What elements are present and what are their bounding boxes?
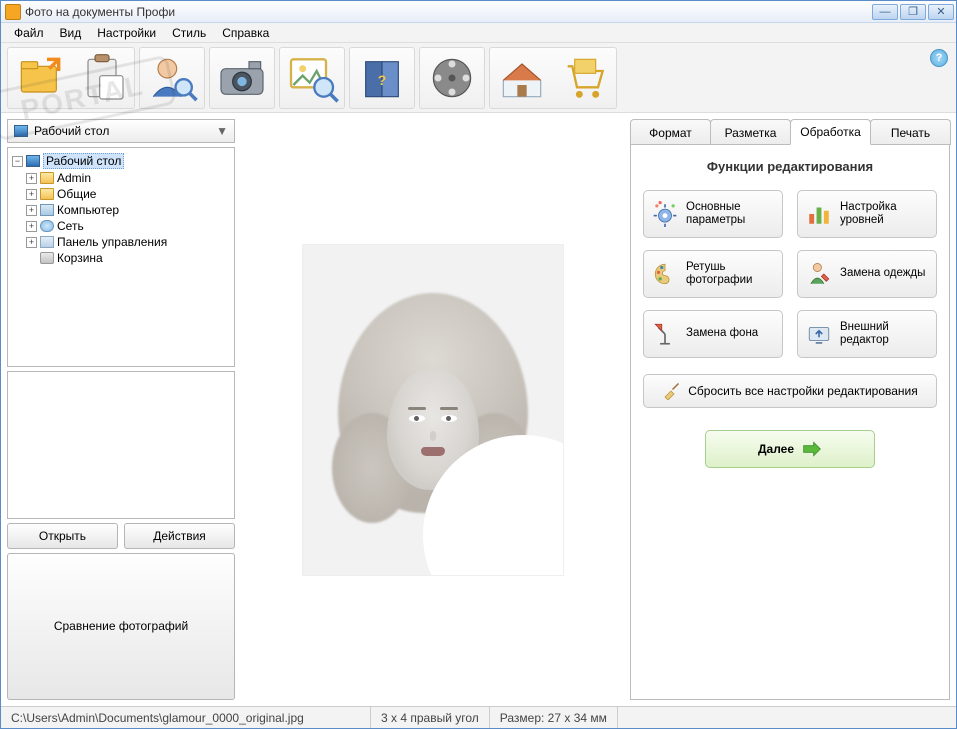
- basic-params-button[interactable]: Основные параметры: [643, 190, 783, 238]
- status-corner: 3 x 4 правый угол: [371, 707, 490, 728]
- external-editor-button[interactable]: Внешний редактор: [797, 310, 937, 358]
- palette-icon: [652, 261, 678, 287]
- tree-item-control-panel[interactable]: + Панель управления: [26, 234, 232, 250]
- film-reel-icon[interactable]: [422, 50, 482, 106]
- tree-item-label: Admin: [57, 171, 91, 185]
- tree-item-label: Общие: [57, 187, 96, 201]
- maximize-button[interactable]: ❐: [900, 4, 926, 20]
- reset-edits-button[interactable]: Сбросить все настройки редактирования: [643, 374, 937, 408]
- camera-icon[interactable]: [212, 50, 272, 106]
- tab-layout[interactable]: Разметка: [710, 119, 791, 145]
- tree-item-public[interactable]: + Общие: [26, 186, 232, 202]
- image-zoom-icon[interactable]: [282, 50, 342, 106]
- tree-item-label: Компьютер: [57, 203, 119, 217]
- statusbar: C:\Users\Admin\Documents\glamour_0000_or…: [1, 706, 956, 728]
- section-title: Функции редактирования: [643, 159, 937, 174]
- expand-icon[interactable]: +: [26, 221, 37, 232]
- titlebar: Фото на документы Профи — ❐ ✕: [1, 1, 956, 23]
- lamp-icon: [652, 321, 678, 347]
- button-label: Настройка уровней: [840, 201, 928, 227]
- collapse-icon[interactable]: −: [12, 156, 23, 167]
- folder-icon: [40, 188, 54, 200]
- menu-file[interactable]: Файл: [7, 25, 51, 41]
- tab-print[interactable]: Печать: [870, 119, 951, 145]
- expand-icon[interactable]: +: [26, 173, 37, 184]
- bars-levels-icon: [806, 201, 832, 227]
- tree-item-label: Панель управления: [57, 235, 167, 249]
- location-combo[interactable]: Рабочий стол ▼: [7, 119, 235, 143]
- control-panel-icon: [40, 236, 54, 248]
- status-size: Размер: 27 x 34 мм: [490, 707, 618, 728]
- compare-photos-button[interactable]: Сравнение фотографий: [7, 553, 235, 701]
- thumbnail-area: [7, 371, 235, 519]
- window-title: Фото на документы Профи: [25, 5, 872, 19]
- photo-preview: [303, 245, 563, 575]
- chevron-down-icon: ▼: [216, 124, 228, 138]
- help-bubble-icon[interactable]: ?: [930, 49, 948, 67]
- tree-item-label: Сеть: [57, 219, 84, 233]
- toolbar: PORTAL ? ?: [1, 43, 956, 113]
- button-label: Основные параметры: [686, 201, 774, 227]
- open-button[interactable]: Открыть: [7, 523, 118, 549]
- help-book-icon[interactable]: ?: [352, 50, 412, 106]
- location-combo-label: Рабочий стол: [34, 124, 109, 138]
- broom-icon: [662, 382, 680, 400]
- menu-help[interactable]: Справка: [215, 25, 276, 41]
- person-shirt-icon: [806, 261, 832, 287]
- button-label: Сбросить все настройки редактирования: [688, 384, 918, 398]
- computer-icon: [40, 204, 54, 216]
- folder-export-icon[interactable]: [10, 50, 70, 106]
- button-label: Далее: [758, 442, 794, 456]
- recycle-bin-icon: [40, 252, 54, 264]
- menu-style[interactable]: Стиль: [165, 25, 213, 41]
- gear-sparkle-icon: [652, 201, 678, 227]
- replace-background-button[interactable]: Замена фона: [643, 310, 783, 358]
- menu-settings[interactable]: Настройки: [90, 25, 163, 41]
- tab-processing[interactable]: Обработка: [790, 119, 871, 145]
- monitor-upload-icon: [806, 321, 832, 347]
- clipboard-paste-icon[interactable]: [72, 50, 132, 106]
- folder-icon: [40, 172, 54, 184]
- expand-icon[interactable]: +: [26, 237, 37, 248]
- retouch-button[interactable]: Ретушь фотографии: [643, 250, 783, 298]
- tree-item-network[interactable]: + Сеть: [26, 218, 232, 234]
- actions-button[interactable]: Действия: [124, 523, 235, 549]
- tabs: Формат Разметка Обработка Печать: [630, 119, 950, 145]
- button-label: Замена одежды: [840, 267, 925, 280]
- tree-item-admin[interactable]: + Admin: [26, 170, 232, 186]
- menubar: Файл Вид Настройки Стиль Справка: [1, 23, 956, 43]
- expand-icon[interactable]: +: [26, 189, 37, 200]
- monitor-icon: [26, 155, 40, 167]
- button-label: Внешний редактор: [840, 321, 928, 347]
- levels-button[interactable]: Настройка уровней: [797, 190, 937, 238]
- tree-root[interactable]: − Рабочий стол: [12, 152, 232, 170]
- expand-icon[interactable]: +: [26, 205, 37, 216]
- user-search-icon[interactable]: [142, 50, 202, 106]
- tree-item-computer[interactable]: + Компьютер: [26, 202, 232, 218]
- preview-area: [241, 119, 624, 700]
- svg-text:?: ?: [378, 72, 387, 88]
- arrow-right-icon: [802, 441, 822, 457]
- tree-item-recycle-bin[interactable]: Корзина: [26, 250, 232, 266]
- monitor-icon: [14, 125, 28, 137]
- left-panel: Рабочий стол ▼ − Рабочий стол + Admin + Об…: [7, 119, 235, 700]
- tab-body: Функции редактирования Основные параметр…: [630, 144, 950, 700]
- next-button[interactable]: Далее: [705, 430, 875, 468]
- tree-item-label: Корзина: [57, 251, 103, 265]
- button-label: Ретушь фотографии: [686, 261, 774, 287]
- button-label: Замена фона: [686, 327, 758, 340]
- menu-view[interactable]: Вид: [53, 25, 89, 41]
- network-icon: [40, 220, 54, 232]
- close-button[interactable]: ✕: [928, 4, 954, 20]
- replace-clothes-button[interactable]: Замена одежды: [797, 250, 937, 298]
- app-icon: [5, 4, 21, 20]
- status-path: C:\Users\Admin\Documents\glamour_0000_or…: [1, 707, 371, 728]
- tree-item-label: Рабочий стол: [43, 153, 124, 169]
- tab-format[interactable]: Формат: [630, 119, 711, 145]
- home-icon[interactable]: [492, 50, 552, 106]
- right-panel: Формат Разметка Обработка Печать Функции…: [630, 119, 950, 700]
- folder-tree[interactable]: − Рабочий стол +Admin +Общие +Компьютер …: [7, 147, 235, 367]
- shopping-cart-icon[interactable]: [554, 50, 614, 106]
- minimize-button[interactable]: —: [872, 4, 898, 20]
